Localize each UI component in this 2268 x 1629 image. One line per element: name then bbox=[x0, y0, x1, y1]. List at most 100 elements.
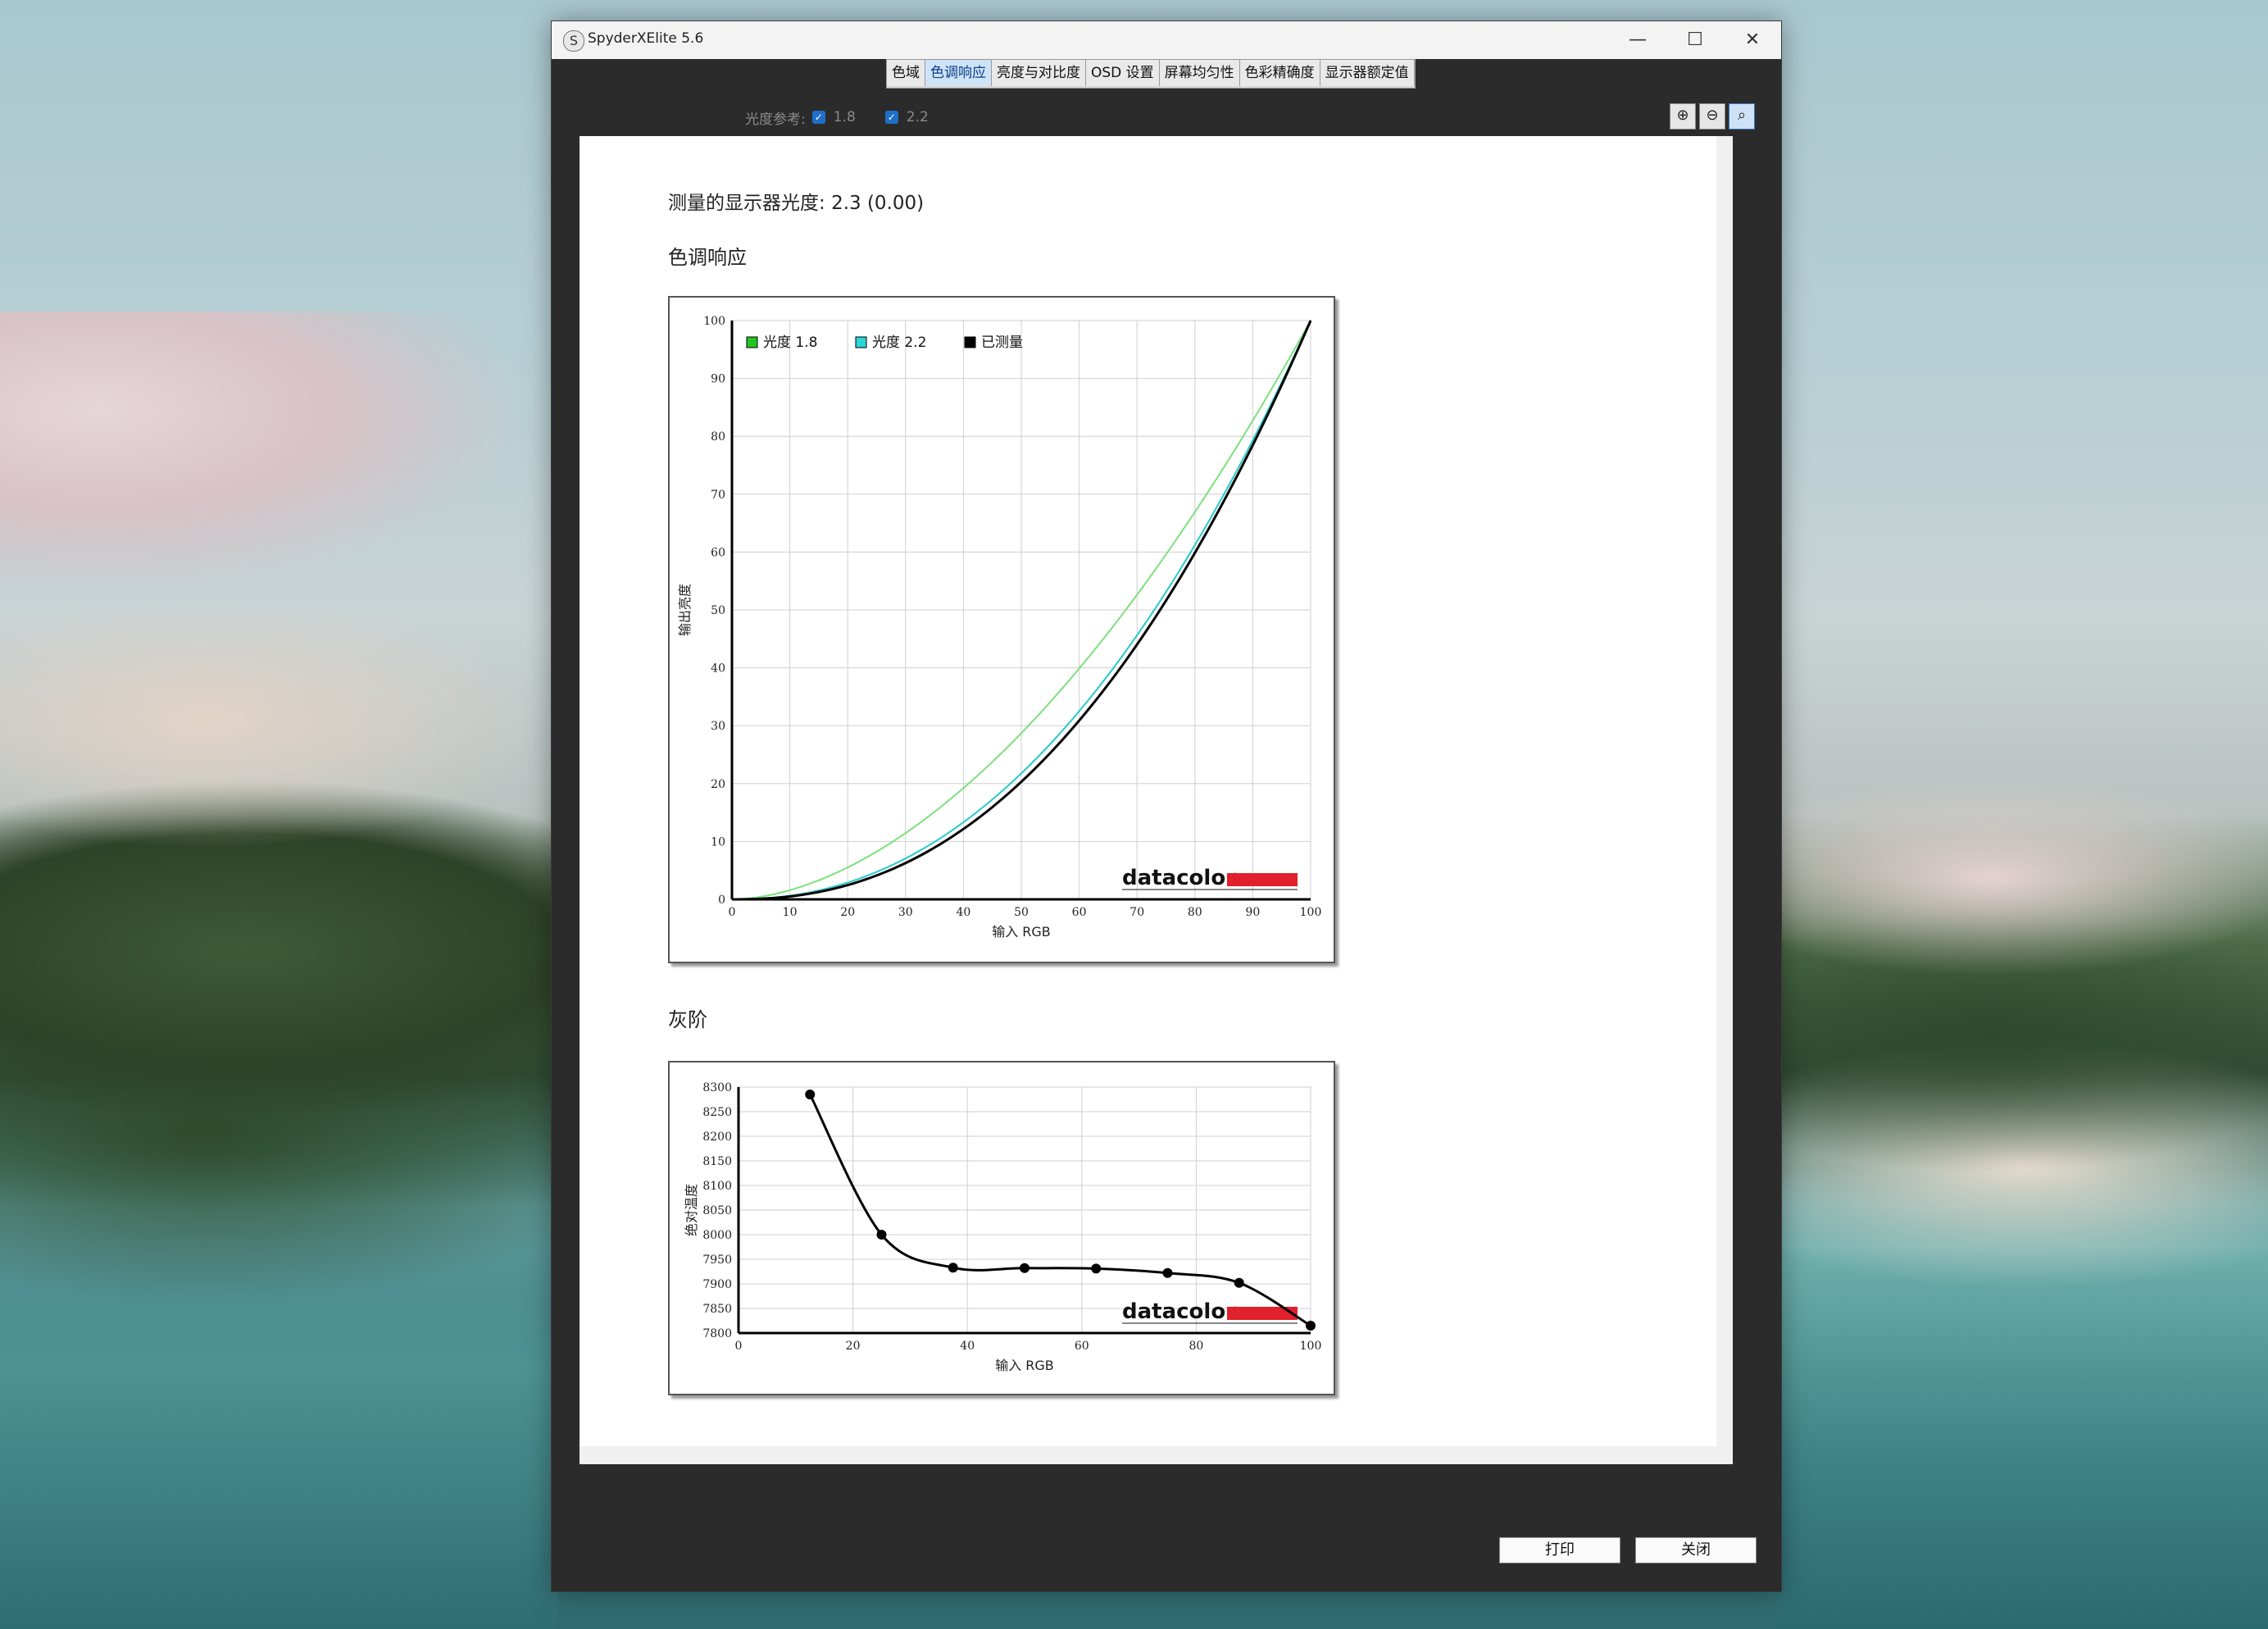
legend-label: 光度 2.2 bbox=[872, 334, 926, 351]
data-point bbox=[805, 1090, 816, 1099]
x-tick-label: 0 bbox=[729, 906, 736, 919]
data-point bbox=[1234, 1277, 1244, 1288]
y-tick-label: 7900 bbox=[702, 1278, 732, 1291]
x-tick-label: 40 bbox=[956, 906, 970, 919]
grayscale-svg: 0 20 40 60 80 100 7800 7850 7900 7950 8000 8050 8100… bbox=[684, 1081, 1322, 1373]
tab-screen-uniformity[interactable]: 屏幕均匀性 bbox=[1159, 60, 1240, 86]
x-tick-label: 100 bbox=[1300, 906, 1322, 919]
measured-gamma-label: 测量的显示器光度: bbox=[668, 193, 825, 214]
y-tick-label: 7850 bbox=[702, 1303, 732, 1316]
tone-response-svg: 0 10 20 30 40 50 60 70 80 90 100 0 10 20 30 40 50 60 70 80 9… bbox=[677, 315, 1322, 940]
wallpaper-right bbox=[1779, 779, 2268, 1629]
y-tick-label: 8050 bbox=[702, 1204, 732, 1217]
window-title: SpyderXElite 5.6 bbox=[588, 30, 704, 47]
legend-swatch bbox=[746, 336, 758, 348]
x-axis-label: 输入 RGB bbox=[995, 1358, 1054, 1373]
title-bar[interactable]: S SpyderXElite 5.6 — ☐ ✕ bbox=[552, 21, 1781, 59]
y-tick-label: 10 bbox=[711, 835, 725, 849]
data-point bbox=[1306, 1321, 1316, 1331]
close-window-button[interactable]: ✕ bbox=[1724, 21, 1781, 59]
gamma-2-2-checkbox[interactable]: ✓ bbox=[884, 111, 898, 124]
x-tick-label: 70 bbox=[1129, 906, 1144, 919]
gamma-reference-label: 光度参考: bbox=[745, 111, 806, 128]
maximize-button[interactable]: ☐ bbox=[1666, 21, 1724, 59]
report-area: 测量的显示器光度: 2.3 (0.00) 色调响应 0 10 20 30 40 50 60 7… bbox=[579, 136, 1733, 1464]
y-tick-label: 8000 bbox=[702, 1229, 732, 1242]
y-tick-label: 40 bbox=[711, 662, 725, 676]
datacolor-logo-bar bbox=[1227, 873, 1298, 886]
x-tick-label: 30 bbox=[898, 906, 913, 919]
vertical-scrollbar[interactable] bbox=[1716, 136, 1733, 1458]
spyder-s-icon: S bbox=[563, 30, 584, 52]
x-tick-label: 80 bbox=[1188, 906, 1202, 919]
y-tick-label: 0 bbox=[718, 894, 725, 907]
y-tick-label: 20 bbox=[711, 778, 725, 791]
datacolor-logo-text: datacolor bbox=[1122, 1299, 1236, 1324]
grayscale-heading: 灰阶 bbox=[668, 1008, 707, 1031]
y-tick-label: 30 bbox=[711, 720, 725, 733]
tab-osd-settings[interactable]: OSD 设置 bbox=[1086, 60, 1160, 86]
horizontal-scrollbar[interactable] bbox=[579, 1446, 1733, 1464]
y-tick-label: 70 bbox=[711, 489, 725, 502]
x-tick-label: 60 bbox=[1072, 906, 1087, 919]
legend-label: 已测量 bbox=[981, 334, 1023, 351]
close-button[interactable]: 关闭 bbox=[1635, 1537, 1757, 1563]
grayscale-chart: 0 20 40 60 80 100 7800 7850 7900 7950 8000 8050 8100… bbox=[668, 1061, 1335, 1395]
app-window: S SpyderXElite 5.6 — ☐ ✕ 色域 色调响应 亮度与对比度 … bbox=[551, 20, 1782, 1592]
tone-response-heading: 色调响应 bbox=[668, 246, 747, 269]
measured-gamma: 测量的显示器光度: 2.3 (0.00) bbox=[668, 187, 924, 215]
y-tick-label: 80 bbox=[711, 430, 725, 444]
datacolor-logo-text: datacolor bbox=[1122, 866, 1236, 890]
y-tick-label: 60 bbox=[711, 546, 725, 559]
x-tick-label: 80 bbox=[1189, 1340, 1203, 1353]
data-point bbox=[876, 1230, 887, 1240]
tab-color-accuracy[interactable]: 色彩精确度 bbox=[1239, 60, 1320, 86]
y-tick-label: 7800 bbox=[702, 1327, 732, 1340]
tab-brightness-contrast[interactable]: 亮度与对比度 bbox=[992, 60, 1086, 86]
y-tick-label: 90 bbox=[711, 373, 725, 386]
data-point bbox=[948, 1263, 958, 1273]
gamma-1-8-label: 1.8 bbox=[833, 109, 856, 125]
y-tick-label: 8100 bbox=[702, 1180, 732, 1193]
gamma-2-2-label: 2.2 bbox=[906, 109, 929, 125]
minimize-button[interactable]: — bbox=[1609, 21, 1666, 59]
y-tick-label: 100 bbox=[703, 315, 725, 328]
x-tick-label: 50 bbox=[1014, 906, 1029, 919]
tab-color-gamut[interactable]: 色域 bbox=[887, 60, 925, 86]
y-axis-label: 绝对温度 bbox=[684, 1184, 699, 1236]
legend-swatch bbox=[855, 336, 867, 348]
data-point bbox=[1020, 1263, 1029, 1273]
zoom-fit-icon[interactable]: ⌕ bbox=[1729, 103, 1755, 130]
tone-response-chart: 0 10 20 30 40 50 60 70 80 90 100 0 10 20 30 40 50 60 70 80 9… bbox=[668, 296, 1335, 963]
x-tick-label: 20 bbox=[846, 1340, 861, 1353]
gamma-reference-row: 光度参考: ✓ 1.8 ✓ 2.2 bbox=[745, 105, 929, 130]
measured-gamma-value: 2.3 (0.00) bbox=[831, 193, 925, 214]
y-axis-label: 输出亮度 bbox=[677, 584, 693, 636]
tab-bar: 色域 色调响应 亮度与对比度 OSD 设置 屏幕均匀性 色彩精确度 显示器额定值 bbox=[886, 59, 1416, 89]
wallpaper-left bbox=[0, 312, 557, 1629]
zoom-out-icon[interactable]: ⊖ bbox=[1699, 103, 1725, 130]
print-button[interactable]: 打印 bbox=[1499, 1537, 1620, 1563]
legend-swatch bbox=[964, 336, 976, 348]
zoom-in-icon[interactable]: ⊕ bbox=[1670, 103, 1696, 130]
x-tick-label: 10 bbox=[783, 906, 798, 919]
y-tick-label: 8150 bbox=[702, 1155, 732, 1168]
legend-label: 光度 1.8 bbox=[763, 334, 817, 351]
y-tick-label: 50 bbox=[711, 604, 725, 617]
data-point bbox=[1162, 1267, 1173, 1278]
y-tick-label: 8250 bbox=[702, 1106, 732, 1119]
y-tick-label: 8200 bbox=[702, 1131, 732, 1144]
x-tick-label: 90 bbox=[1245, 906, 1260, 919]
gamma-1-8-checkbox[interactable]: ✓ bbox=[811, 111, 825, 124]
tab-monitor-rating[interactable]: 显示器额定值 bbox=[1320, 60, 1415, 86]
data-point bbox=[1091, 1263, 1102, 1274]
tab-tone-response[interactable]: 色调响应 bbox=[925, 60, 992, 86]
y-tick-label: 7950 bbox=[702, 1254, 732, 1267]
y-tick-label: 8300 bbox=[702, 1081, 732, 1094]
x-tick-label: 20 bbox=[840, 906, 855, 919]
x-tick-label: 100 bbox=[1300, 1340, 1322, 1353]
x-tick-label: 0 bbox=[735, 1340, 743, 1353]
x-tick-label: 60 bbox=[1075, 1340, 1089, 1353]
x-axis-label: 输入 RGB bbox=[992, 924, 1051, 940]
x-tick-label: 40 bbox=[960, 1340, 975, 1353]
